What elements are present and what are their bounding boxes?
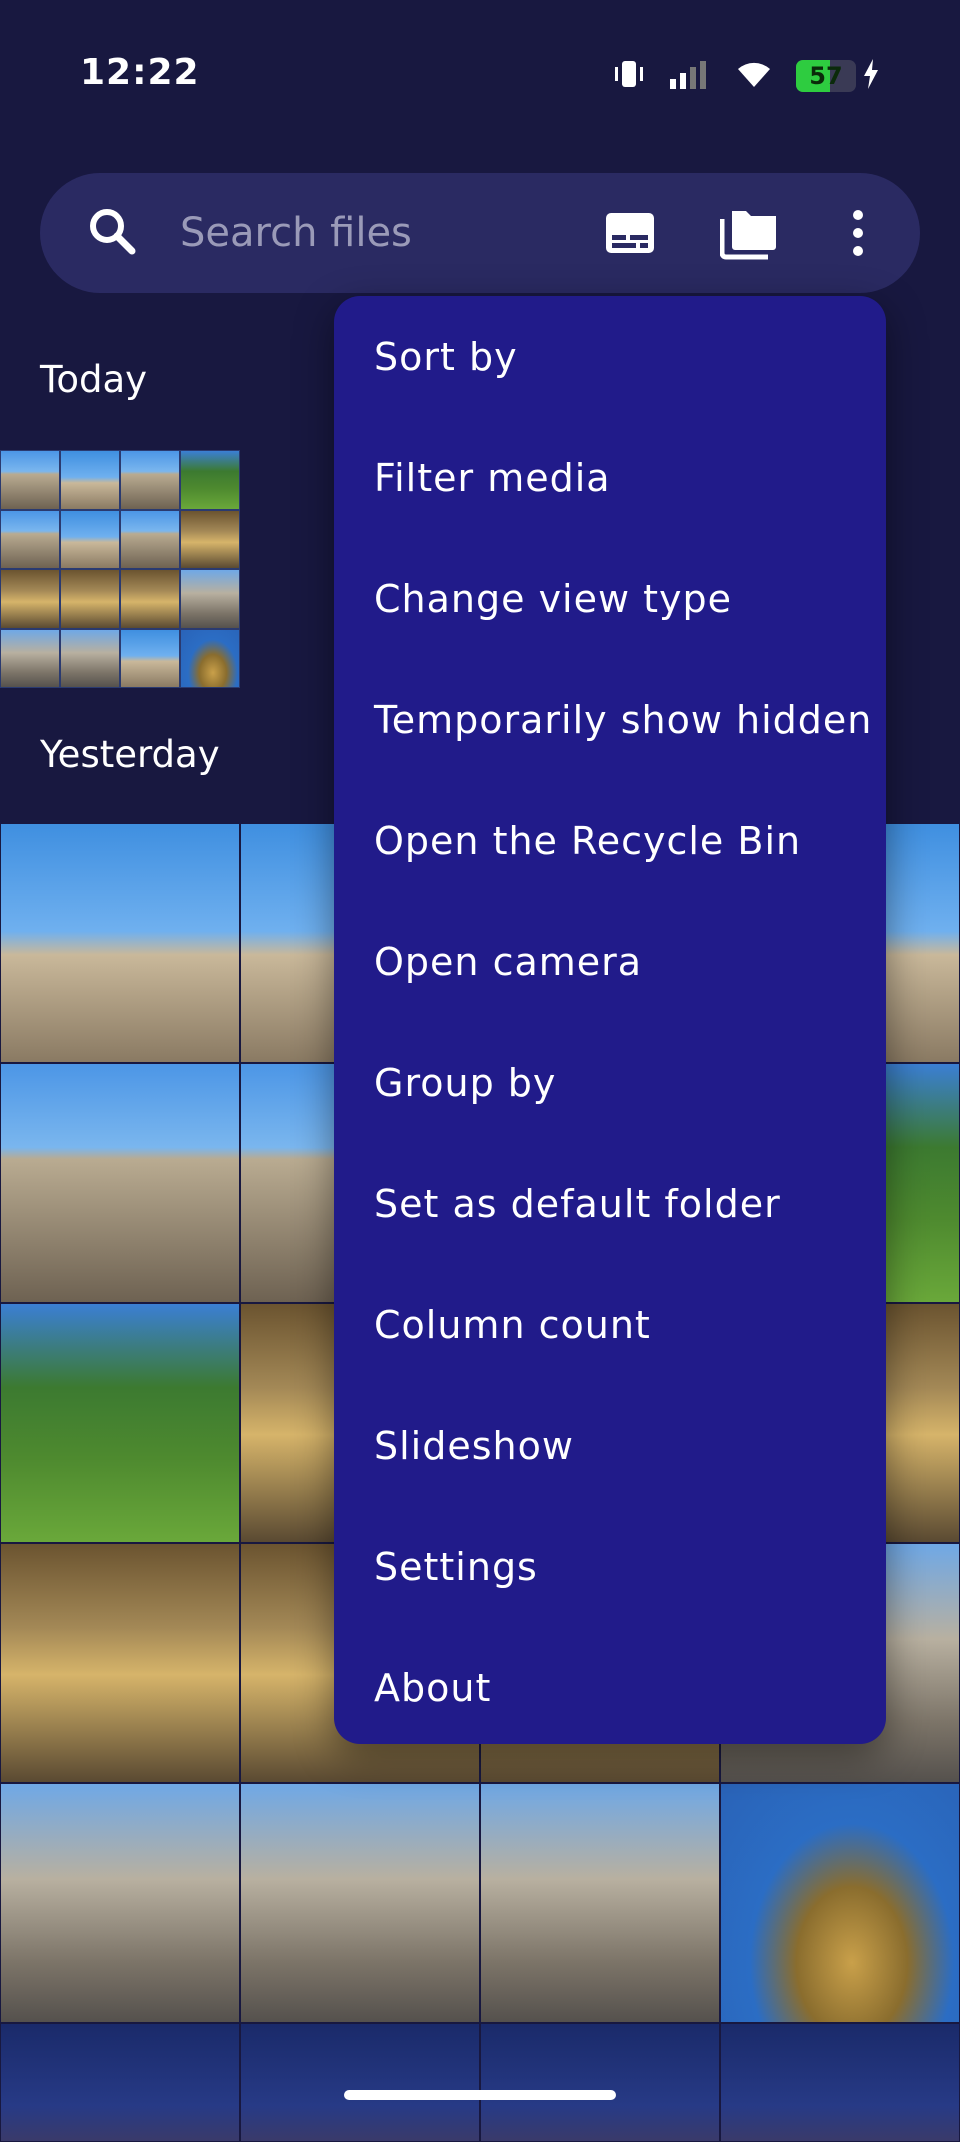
photo-thumbnail[interactable]: [0, 1303, 240, 1543]
overflow-menu: Sort by Filter media Change view type Te…: [334, 296, 886, 1744]
menu-item-open-camera[interactable]: Open camera: [334, 901, 886, 1022]
menu-item-about[interactable]: About: [334, 1627, 886, 1748]
menu-item-change-view-type[interactable]: Change view type: [334, 538, 886, 659]
photo-thumbnail[interactable]: [0, 823, 240, 1063]
menu-item-slideshow[interactable]: Slideshow: [334, 1385, 886, 1506]
section-header-yesterday: Yesterday: [40, 733, 220, 776]
vibrate-icon: [612, 57, 646, 95]
photo-thumbnail[interactable]: [480, 1783, 720, 2023]
photo-thumbnail[interactable]: [720, 1783, 960, 2023]
photo-thumbnail[interactable]: [240, 1783, 480, 2023]
subtitles-icon[interactable]: [602, 205, 658, 265]
charging-icon: [862, 59, 880, 93]
photo-thumbnail[interactable]: [0, 2023, 240, 2142]
menu-item-temporarily-show-hidden[interactable]: Temporarily show hidden: [334, 659, 886, 780]
photo-thumbnail[interactable]: [480, 2023, 720, 2142]
status-bar: 12:22 57: [0, 0, 960, 150]
photo-thumbnail[interactable]: [240, 2023, 480, 2142]
menu-item-settings[interactable]: Settings: [334, 1506, 886, 1627]
photo-thumbnail[interactable]: [0, 1783, 240, 2023]
status-time: 12:22: [80, 52, 200, 93]
battery-level: 57: [809, 62, 843, 90]
home-indicator[interactable]: [344, 2090, 616, 2100]
menu-item-column-count[interactable]: Column count: [334, 1264, 886, 1385]
battery-icon: 57: [796, 60, 856, 92]
folder-thumbnail-mosaic[interactable]: [0, 450, 240, 688]
photo-thumbnail[interactable]: [0, 1543, 240, 1783]
search-bar[interactable]: [40, 173, 920, 293]
search-input[interactable]: [180, 203, 600, 263]
photo-thumbnail[interactable]: [720, 2023, 960, 2142]
search-icon[interactable]: [84, 203, 142, 265]
photo-thumbnail[interactable]: [0, 1063, 240, 1303]
menu-item-open-recycle-bin[interactable]: Open the Recycle Bin: [334, 780, 886, 901]
signal-icon: [668, 57, 712, 95]
battery-indicator: 57: [796, 59, 880, 93]
menu-item-set-default-folder[interactable]: Set as default folder: [334, 1143, 886, 1264]
menu-item-filter-media[interactable]: Filter media: [334, 417, 886, 538]
more-options-icon[interactable]: [846, 205, 870, 265]
status-icons: 57: [612, 54, 880, 98]
menu-item-group-by[interactable]: Group by: [334, 1022, 886, 1143]
wifi-icon: [734, 57, 774, 95]
menu-item-sort-by[interactable]: Sort by: [334, 296, 886, 417]
section-header-today: Today: [40, 358, 148, 401]
folder-icon[interactable]: [719, 205, 780, 265]
